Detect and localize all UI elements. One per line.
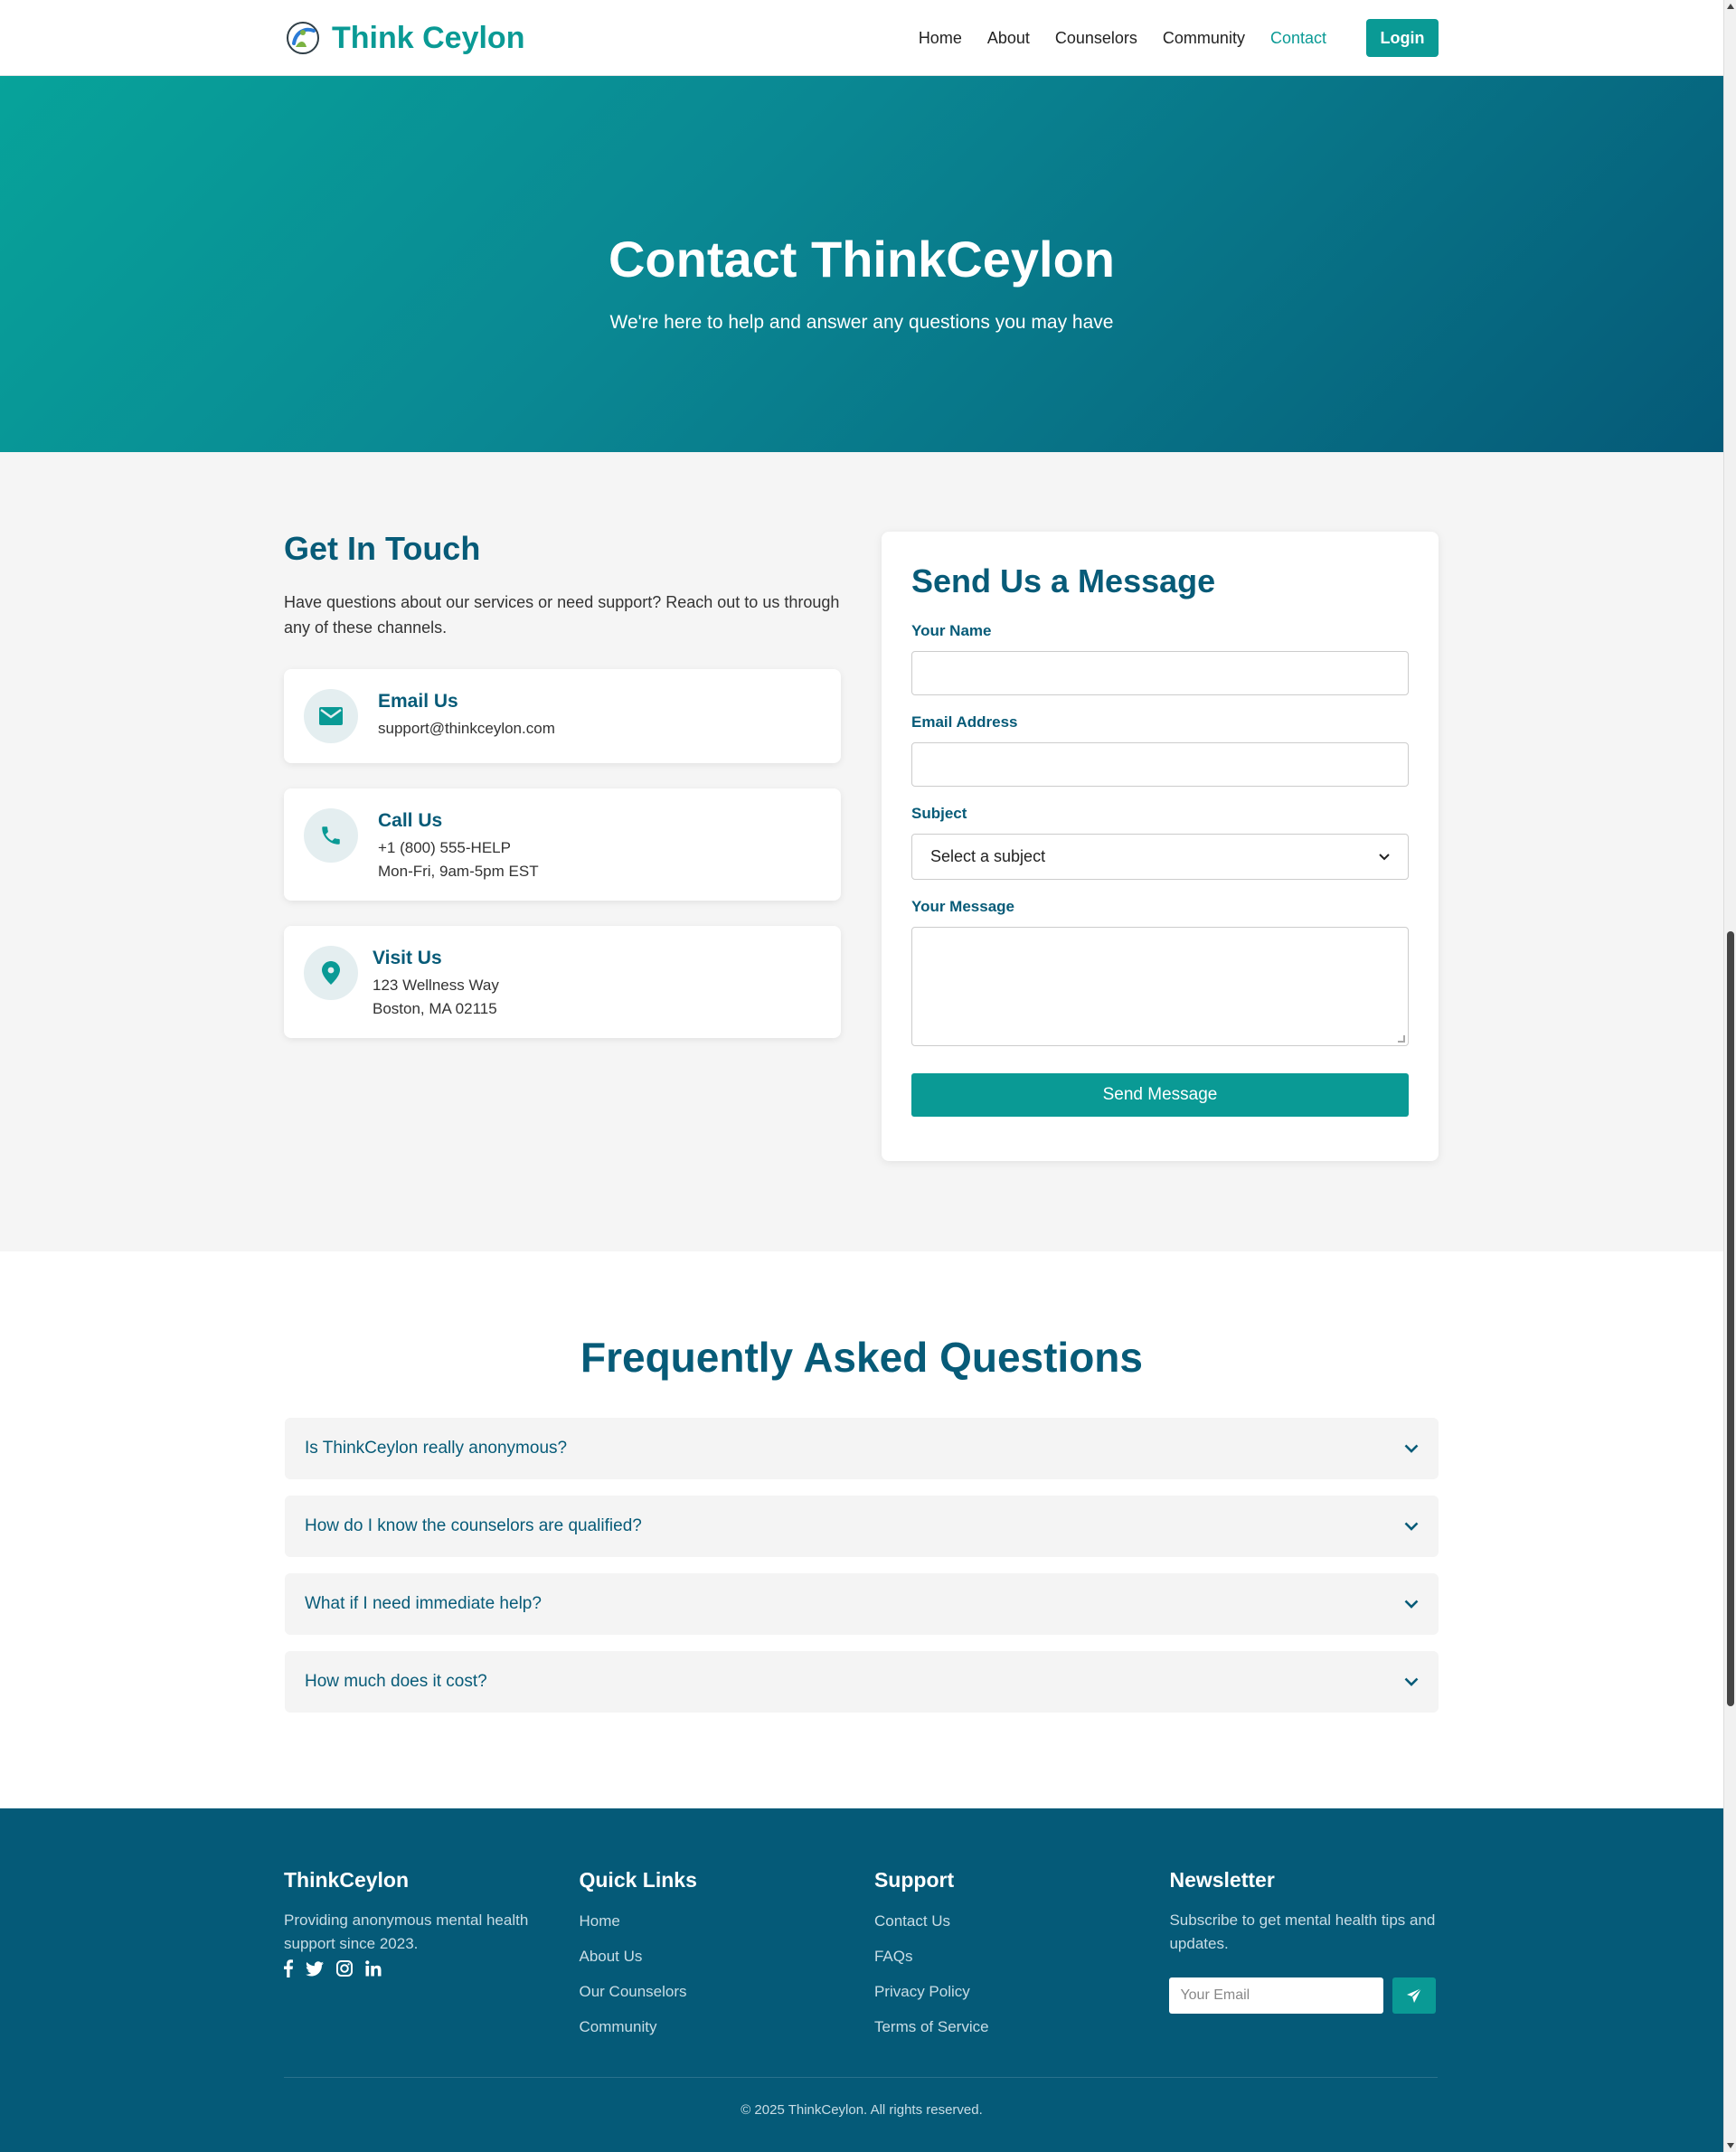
resize-handle[interactable] <box>1398 1035 1405 1043</box>
phone-number[interactable]: +1 (800) 555-HELP <box>378 839 539 857</box>
phone-card: Call Us +1 (800) 555-HELP Mon-Fri, 9am-5… <box>284 788 841 901</box>
envelope-icon <box>304 689 358 743</box>
footer-link-home[interactable]: Home <box>579 1912 873 1930</box>
nav-home[interactable]: Home <box>919 29 962 48</box>
footer-about-title: ThinkCeylon <box>284 1868 410 1892</box>
faq-item[interactable]: How much does it cost? <box>285 1651 1439 1713</box>
address-line-1: 123 Wellness Way <box>373 977 499 994</box>
subject-selected-value: Select a subject <box>930 847 1046 865</box>
address-card-title: Visit Us <box>373 948 442 968</box>
footer-newsletter: Newsletter Subscribe to get mental healt… <box>1169 1868 1438 2036</box>
paper-plane-icon <box>1407 1987 1422 2003</box>
footer-link-about[interactable]: About Us <box>579 1948 873 1966</box>
faq-question: Is ThinkCeylon really anonymous? <box>305 1439 568 1458</box>
newsletter-submit-button[interactable] <box>1392 1977 1437 2014</box>
contact-form: Send Us a Message Your Name Email Addres… <box>882 532 1439 1161</box>
nav-about[interactable]: About <box>987 29 1030 48</box>
footer-about: ThinkCeylon Providing anonymous mental h… <box>284 1868 579 2036</box>
nav-community[interactable]: Community <box>1163 29 1245 48</box>
hero-banner: Contact ThinkCeylon We're here to help a… <box>0 76 1723 452</box>
footer-quick-links: Quick Links Home About Us Our Counselors… <box>579 1868 873 2036</box>
email-address[interactable]: support@thinkceylon.com <box>378 720 555 738</box>
scroll-up-icon[interactable] <box>1727 4 1734 9</box>
form-heading: Send Us a Message <box>911 562 1216 599</box>
faq-section: Frequently Asked Questions Is ThinkCeylo… <box>0 1251 1723 1808</box>
address-line-2: Boston, MA 02115 <box>373 1000 497 1017</box>
chevron-down-icon <box>1404 1677 1419 1686</box>
navbar: Think Ceylon Home About Counselors Commu… <box>0 0 1723 76</box>
newsletter-email-input[interactable]: Your Email <box>1169 1977 1384 2014</box>
scrollbar-thumb[interactable] <box>1727 931 1734 1706</box>
faq-heading: Frequently Asked Questions <box>580 1334 1143 1381</box>
page-scrollbar[interactable] <box>1723 0 1736 2152</box>
brand-logo-icon <box>287 22 319 54</box>
contact-intro: Have questions about our services or nee… <box>284 593 840 637</box>
subject-label: Subject <box>911 805 967 822</box>
faq-item[interactable]: What if I need immediate help? <box>285 1573 1439 1635</box>
faq-question: How much does it cost? <box>305 1672 487 1691</box>
newsletter-title: Newsletter <box>1169 1868 1275 1892</box>
footer: ThinkCeylon Providing anonymous mental h… <box>0 1808 1723 2152</box>
twitter-icon[interactable] <box>306 1960 324 1977</box>
footer-link-faqs[interactable]: FAQs <box>874 1948 1169 1966</box>
email-input[interactable] <box>911 742 1409 787</box>
phone-card-title: Call Us <box>378 810 443 831</box>
email-card-title: Email Us <box>378 691 458 712</box>
quick-links-title: Quick Links <box>579 1868 697 1892</box>
faq-list: Is ThinkCeylon really anonymous? How do … <box>285 1418 1439 1713</box>
newsletter-desc: Subscribe to get mental health tips and … <box>1169 1911 1436 1952</box>
name-label: Your Name <box>911 622 992 639</box>
contact-section: Get In Touch Have questions about our se… <box>0 452 1723 1251</box>
phone-icon <box>304 808 358 863</box>
footer-link-terms[interactable]: Terms of Service <box>874 2018 1169 2036</box>
footer-link-counselors[interactable]: Our Counselors <box>579 1983 873 2001</box>
linkedin-icon[interactable] <box>365 1960 382 1977</box>
address-card: Visit Us 123 Wellness Way Boston, MA 021… <box>284 926 841 1038</box>
email-card: Email Us support@thinkceylon.com <box>284 669 841 763</box>
send-message-button[interactable]: Send Message <box>911 1073 1409 1117</box>
support-title: Support <box>873 1868 955 1892</box>
facebook-icon[interactable] <box>284 1959 293 1977</box>
footer-link-privacy[interactable]: Privacy Policy <box>874 1983 1169 2001</box>
email-label: Email Address <box>911 713 1018 731</box>
chevron-down-icon <box>1404 1444 1419 1453</box>
scroll-down-icon[interactable] <box>1727 2143 1734 2148</box>
faq-item[interactable]: How do I know the counselors are qualifi… <box>285 1496 1439 1557</box>
nav-contact[interactable]: Contact <box>1270 29 1326 48</box>
chevron-down-icon <box>1404 1522 1419 1531</box>
chevron-down-icon <box>1404 1600 1419 1609</box>
name-input[interactable] <box>911 651 1409 695</box>
footer-columns: ThinkCeylon Providing anonymous mental h… <box>284 1868 1438 2036</box>
newsletter-form: Your Email <box>1169 1977 1438 2014</box>
footer-link-community[interactable]: Community <box>579 2018 873 2036</box>
faq-question: What if I need immediate help? <box>305 1594 542 1613</box>
hero-subtitle: We're here to help and answer any questi… <box>609 312 1114 333</box>
footer-support: Support Contact Us FAQs Privacy Policy T… <box>874 1868 1169 2036</box>
footer-about-desc: Providing anonymous mental health suppor… <box>284 1911 529 1952</box>
subject-select[interactable]: Select a subject <box>911 834 1409 880</box>
phone-hours: Mon-Fri, 9am-5pm EST <box>378 863 539 880</box>
login-button[interactable]: Login <box>1366 19 1439 57</box>
footer-link-contact[interactable]: Contact Us <box>874 1912 1169 1930</box>
contact-info: Get In Touch Have questions about our se… <box>284 530 841 1038</box>
copyright: © 2025 ThinkCeylon. All rights reserved. <box>741 2102 983 2118</box>
page-title: Contact ThinkCeylon <box>608 231 1116 288</box>
contact-heading: Get In Touch <box>284 530 481 567</box>
social-links <box>284 1959 579 1977</box>
chevron-down-icon <box>1379 853 1390 860</box>
main-nav: Home About Counselors Community Contact … <box>919 19 1439 57</box>
message-label: Your Message <box>911 898 1015 915</box>
message-textarea[interactable] <box>911 927 1409 1046</box>
nav-counselors[interactable]: Counselors <box>1055 29 1137 48</box>
map-pin-icon <box>304 946 358 1000</box>
footer-divider <box>284 2077 1438 2078</box>
brand-name: Think Ceylon <box>332 20 525 55</box>
instagram-icon[interactable] <box>336 1960 353 1977</box>
faq-question: How do I know the counselors are qualifi… <box>305 1516 642 1535</box>
brand[interactable]: Think Ceylon <box>285 20 524 56</box>
faq-item[interactable]: Is ThinkCeylon really anonymous? <box>285 1418 1439 1479</box>
